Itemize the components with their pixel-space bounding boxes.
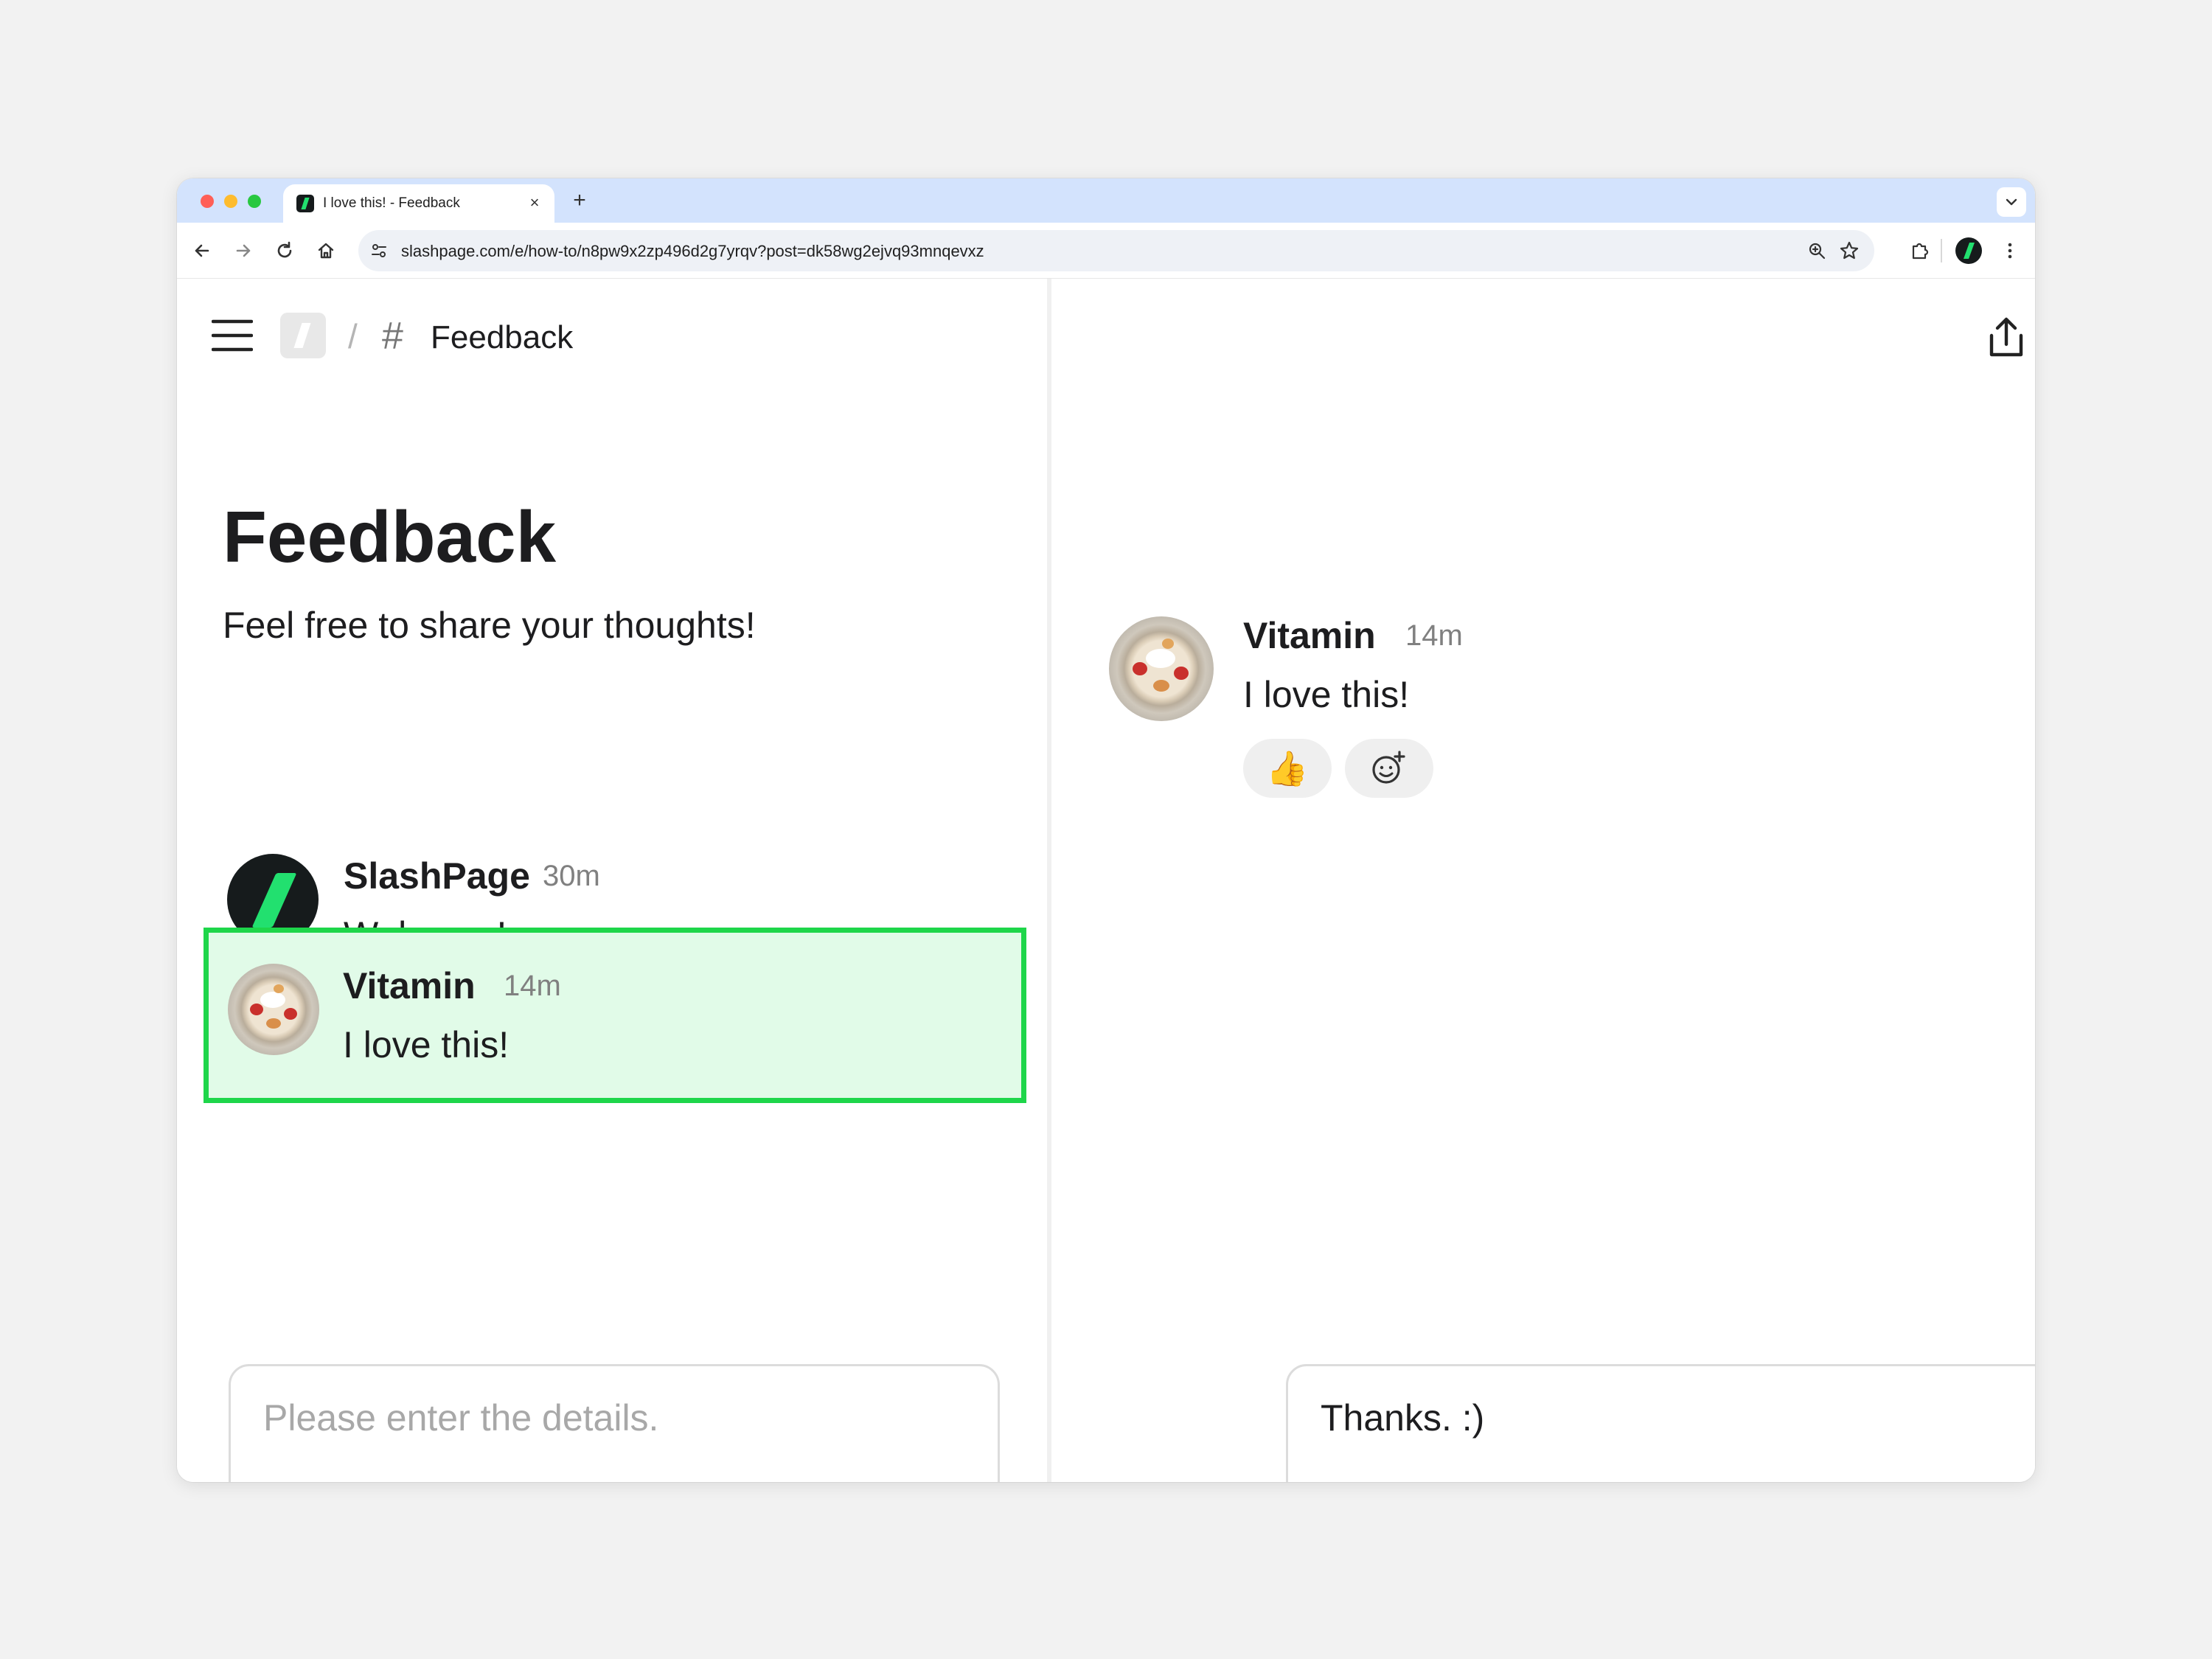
site-settings-icon[interactable] bbox=[366, 237, 392, 264]
home-button[interactable] bbox=[310, 234, 342, 267]
extensions-button[interactable] bbox=[1904, 234, 1936, 267]
share-button[interactable] bbox=[1980, 311, 2032, 363]
message-input[interactable]: Please enter the details. bbox=[263, 1396, 658, 1440]
tab-search-button[interactable] bbox=[1997, 187, 2026, 217]
minimize-window-button[interactable] bbox=[224, 195, 237, 208]
message-author: Vitamin bbox=[1243, 615, 1376, 656]
browser-tab-active[interactable]: I love this! - Feedback × bbox=[283, 184, 554, 223]
breadcrumb-separator: / bbox=[348, 317, 358, 355]
reload-icon bbox=[277, 241, 292, 258]
page-title: Feedback bbox=[223, 496, 557, 577]
slashpage-favicon-icon bbox=[296, 195, 314, 212]
reaction-thumbs-up[interactable]: 👍 bbox=[1243, 739, 1332, 798]
maximize-window-button[interactable] bbox=[248, 195, 261, 208]
chevron-down-icon bbox=[2006, 198, 2017, 206]
zoom-icon[interactable] bbox=[1804, 237, 1830, 264]
page-content: / # Feedback Feedback Feel free to share… bbox=[177, 279, 2035, 1482]
message-author: Vitamin bbox=[343, 965, 476, 1006]
message-time: 14m bbox=[504, 970, 561, 1002]
avatar bbox=[1109, 616, 1214, 721]
message-body: I love this! bbox=[343, 1024, 509, 1065]
kebab-menu-icon bbox=[2008, 243, 2012, 259]
list-item-selected[interactable]: Vitamin 14m I love this! bbox=[204, 928, 1026, 1103]
url-text[interactable]: slashpage.com/e/how-to/n8pw9x2zp496d2g7y… bbox=[401, 242, 984, 261]
channel-pane: / # Feedback Feedback Feel free to share… bbox=[177, 279, 1047, 1482]
back-button[interactable] bbox=[186, 234, 218, 267]
hamburger-icon bbox=[212, 319, 253, 352]
message-composer: Please enter the details. bbox=[229, 1364, 1000, 1482]
profile-avatar[interactable] bbox=[1955, 237, 1982, 264]
workspace-logo[interactable] bbox=[280, 313, 326, 358]
thread-message: Vitamin 14m I love this! 👍 bbox=[1051, 613, 2035, 813]
new-tab-button[interactable]: + bbox=[566, 187, 593, 214]
browser-toolbar: slashpage.com/e/how-to/n8pw9x2zp496d2g7y… bbox=[177, 223, 2035, 279]
home-icon bbox=[318, 243, 334, 259]
browser-menu-button[interactable] bbox=[1994, 234, 2026, 267]
bookmark-star-icon[interactable] bbox=[1836, 237, 1863, 264]
reload-button[interactable] bbox=[268, 234, 301, 267]
tab-strip: I love this! - Feedback × + bbox=[177, 178, 2035, 223]
browser-window: I love this! - Feedback × + slashpage.co… bbox=[177, 178, 2035, 1482]
breadcrumb-channel[interactable]: Feedback bbox=[431, 319, 573, 357]
share-icon bbox=[1989, 317, 2023, 357]
address-bar[interactable]: slashpage.com/e/how-to/n8pw9x2zp496d2g7y… bbox=[358, 230, 1874, 271]
puzzle-icon bbox=[1912, 243, 1929, 260]
hash-icon: # bbox=[382, 315, 403, 358]
message-body: I love this! bbox=[1243, 674, 1410, 715]
message-time: 14m bbox=[1405, 619, 1463, 652]
tab-close-icon[interactable]: × bbox=[524, 192, 546, 214]
avatar bbox=[228, 964, 319, 1055]
menu-button[interactable] bbox=[206, 313, 258, 358]
message-time: 30m bbox=[543, 860, 600, 892]
page-description: Feel free to share your thoughts! bbox=[223, 605, 756, 646]
arrow-right-icon bbox=[236, 244, 251, 257]
arrow-left-icon bbox=[195, 244, 209, 257]
add-emoji-icon bbox=[1372, 751, 1405, 784]
message-author: SlashPage bbox=[344, 855, 530, 897]
reply-input[interactable]: Thanks. :) bbox=[1321, 1396, 1484, 1440]
toolbar-divider bbox=[1941, 239, 1942, 262]
close-window-button[interactable] bbox=[201, 195, 214, 208]
forward-button[interactable] bbox=[227, 234, 260, 267]
tab-title: I love this! - Feedback bbox=[323, 195, 460, 211]
thread-pane: Vitamin 14m I love this! 👍 Thanks. :) bbox=[1051, 279, 2035, 1482]
reply-composer: Thanks. :) bbox=[1286, 1364, 2035, 1482]
add-reaction-button[interactable] bbox=[1345, 739, 1433, 798]
